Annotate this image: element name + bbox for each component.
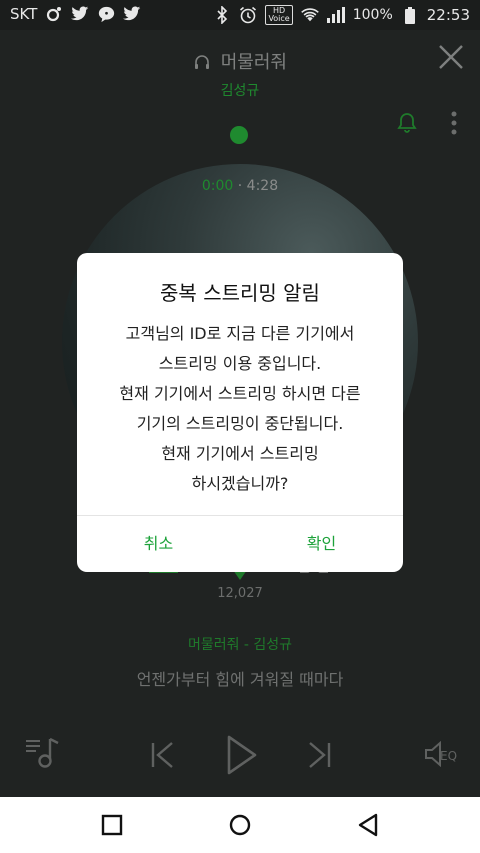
home-button[interactable] (226, 811, 254, 839)
status-bar: SKT HD Voice 100% 22:53 (0, 0, 480, 30)
song-title-area: 머물러줘 (0, 48, 480, 74)
clock-time: 22:53 (426, 6, 470, 24)
close-icon (439, 45, 463, 69)
progress-handle[interactable] (230, 126, 248, 144)
playback-controls: EQ (0, 735, 480, 785)
next-button[interactable] (306, 741, 332, 773)
headphone-icon (195, 55, 209, 69)
wifi-icon (300, 6, 319, 24)
dialog-message-line: 현재 기기에서 스트리밍 (161, 444, 319, 463)
navigation-bar (0, 797, 480, 853)
play-button[interactable] (226, 735, 258, 779)
close-player-button[interactable] (438, 44, 464, 70)
now-playing-info: 머물러줘 - 김성규 (187, 637, 293, 653)
hd-voice-icon: HD Voice (265, 5, 293, 25)
total-duration: 4:28 (246, 178, 279, 194)
like-count: 12,027 (217, 586, 263, 601)
back-triangle-icon (358, 813, 378, 837)
previous-button[interactable] (150, 741, 176, 773)
twitter-icon-2 (123, 5, 141, 23)
bluetooth-icon (213, 6, 231, 24)
equalizer-button[interactable]: EQ (424, 740, 460, 771)
square-icon (101, 814, 123, 836)
confirm-button[interactable]: 확인 (240, 516, 403, 572)
skip-previous-icon (151, 742, 173, 768)
bell-icon (397, 113, 417, 133)
skip-next-icon (309, 742, 331, 768)
play-icon (227, 735, 257, 775)
song-title: 머물러줘 (220, 52, 287, 73)
dialog-message-line: 고객님의 ID로 지금 다른 기기에서 (125, 324, 355, 343)
dialog-message: 고객님의 ID로 지금 다른 기기에서 스트리밍 이용 중입니다. 현재 기기에… (77, 319, 403, 499)
dialog-message-line: 하시겠습니까? (191, 474, 289, 493)
dialog-message-line: 현재 기기에서 스트리밍 하시면 다른 (119, 384, 361, 403)
signal-icon (326, 6, 345, 24)
duplicate-streaming-dialog: 중복 스트리밍 알림 고객님의 ID로 지금 다른 기기에서 스트리밍 이용 중… (77, 253, 403, 572)
battery-icon (401, 6, 419, 24)
back-button[interactable] (354, 811, 382, 839)
song-artist[interactable]: 김성규 (0, 80, 480, 100)
recent-apps-button[interactable] (98, 811, 126, 839)
more-vertical-icon (451, 111, 457, 135)
alarm-icon (239, 6, 257, 24)
lyric-line[interactable]: 언젠가부터 힘에 겨워질 때마다 (0, 666, 480, 690)
dialog-message-line: 기기의 스트리밍이 중단됩니다. (136, 414, 344, 433)
dialog-title: 중복 스트리밍 알림 (160, 281, 320, 305)
alert-bell-button[interactable] (396, 112, 418, 134)
battery-percent: 100% (352, 7, 393, 23)
elapsed-time: 0:00 (201, 178, 234, 194)
time-separator: · (233, 178, 247, 194)
time-display: 0:00 · 4:28 (0, 178, 480, 194)
cancel-button[interactable]: 취소 (77, 516, 240, 572)
twitter-icon (71, 5, 89, 23)
circle-icon (229, 814, 251, 836)
talk-message-icon (97, 5, 115, 23)
playlist-icon (26, 737, 59, 768)
carrier-label: SKT (10, 5, 38, 23)
music-app-icon (45, 5, 63, 23)
more-options-button[interactable] (450, 110, 458, 136)
playlist-button[interactable] (24, 735, 60, 775)
eq-label: EQ (440, 749, 458, 763)
dialog-message-line: 스트리밍 이용 중입니다. (158, 354, 322, 373)
